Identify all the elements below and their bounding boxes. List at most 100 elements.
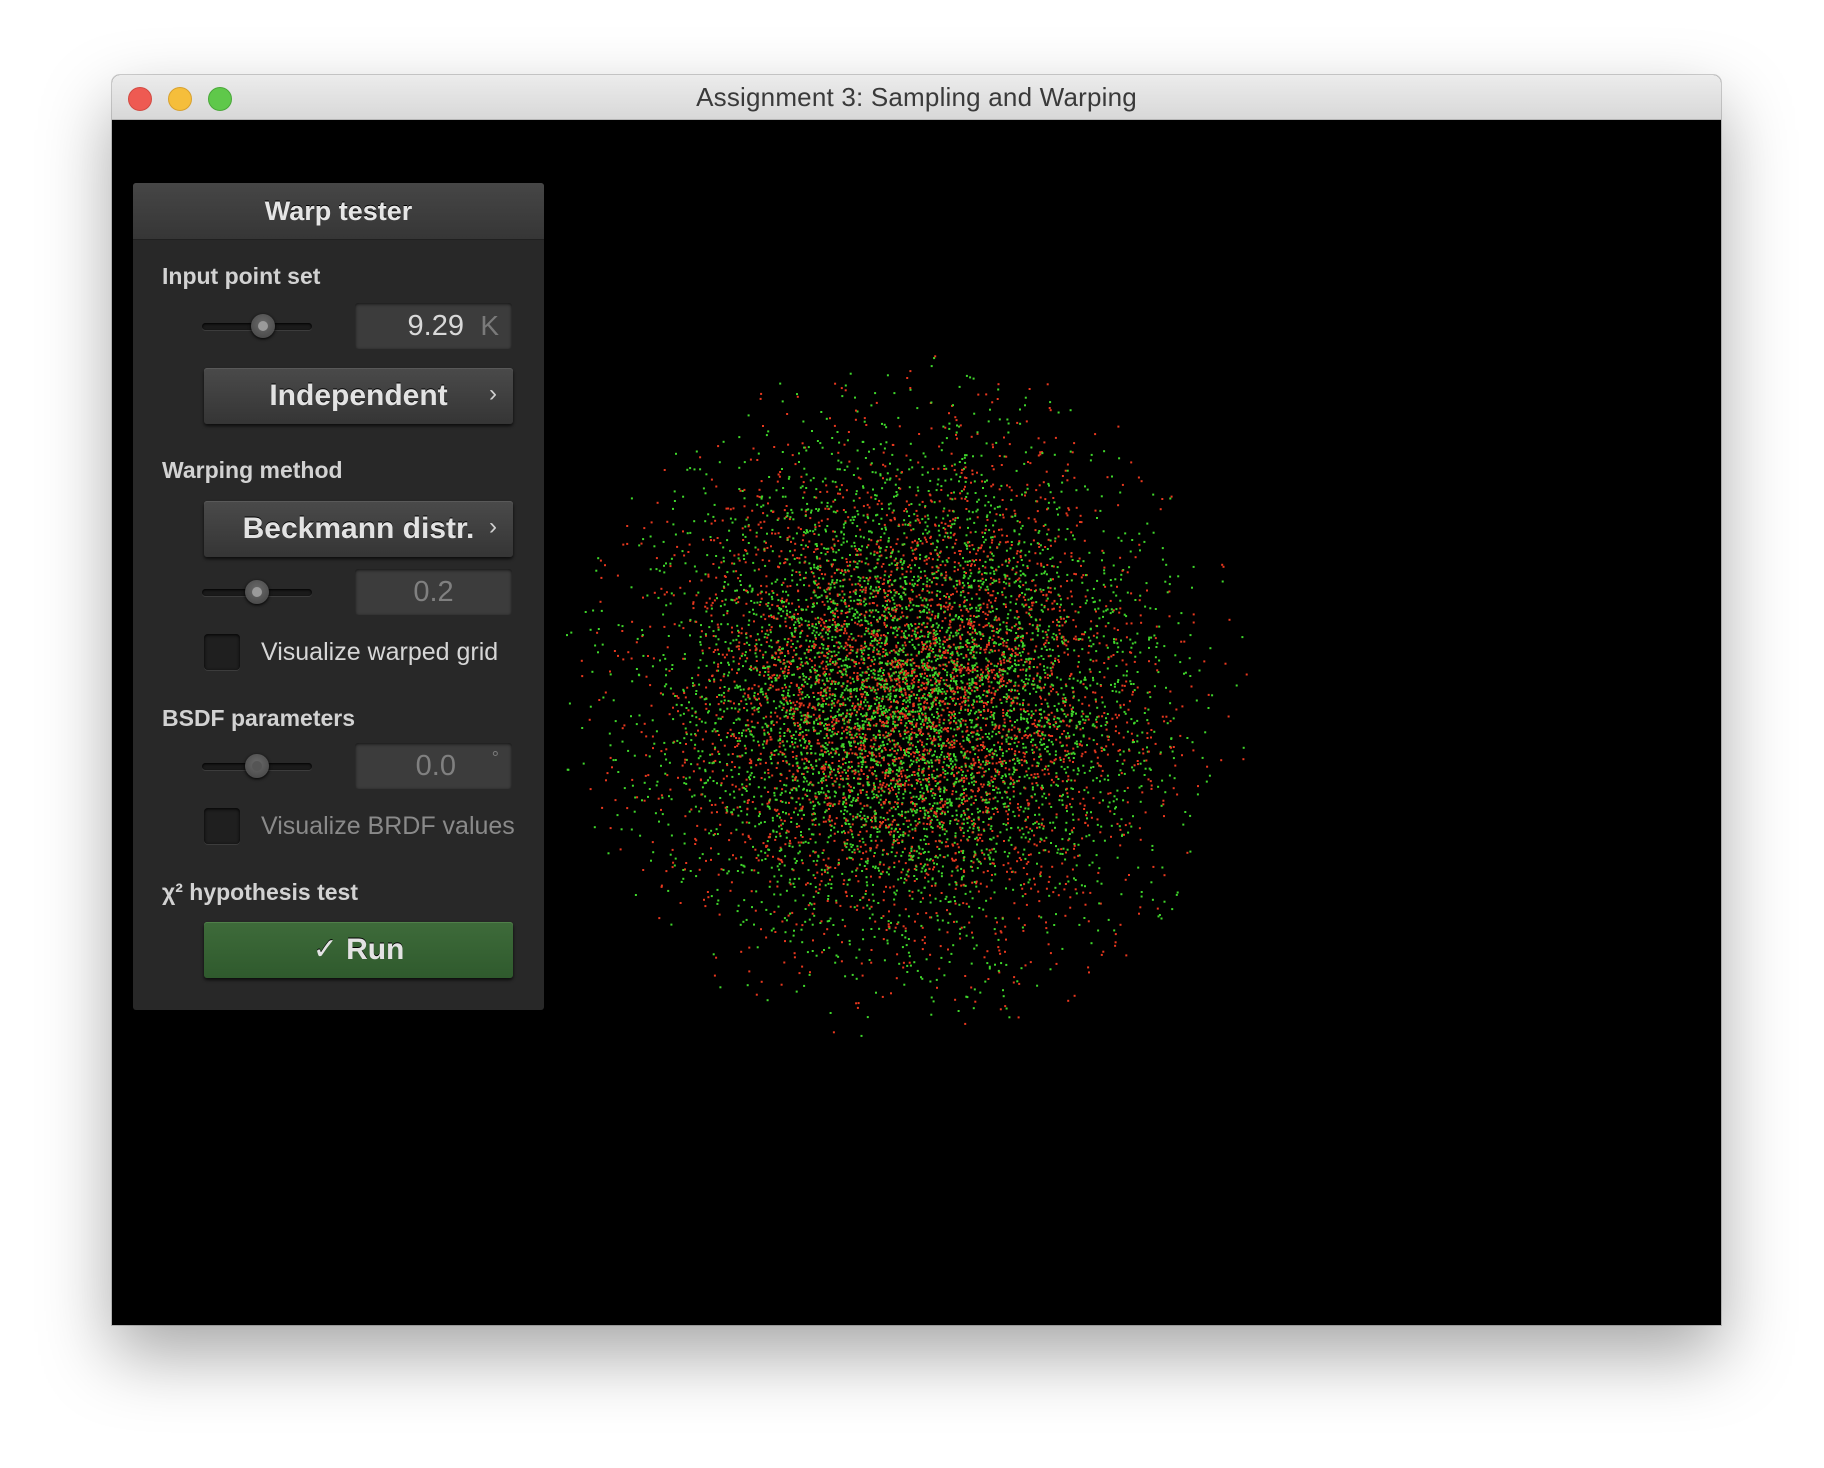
scatter-point xyxy=(787,594,790,597)
scatter-point xyxy=(862,773,865,775)
scatter-point xyxy=(1112,800,1115,803)
scatter-point xyxy=(1138,786,1141,789)
scatter-point xyxy=(738,559,741,562)
scatter-point xyxy=(1013,741,1016,744)
scatter-point xyxy=(764,632,767,635)
scatter-point xyxy=(860,693,863,696)
scatter-point xyxy=(1081,710,1084,713)
scatter-point xyxy=(1090,816,1093,819)
scatter-point xyxy=(796,557,799,559)
scatter-point xyxy=(917,461,920,464)
scatter-point xyxy=(822,667,825,670)
scatter-point xyxy=(1062,719,1064,722)
scatter-point xyxy=(1030,657,1033,660)
scatter-point xyxy=(1092,797,1095,800)
scatter-point xyxy=(913,582,916,585)
scatter-point xyxy=(689,721,692,724)
scatter-point xyxy=(960,591,963,594)
scatter-point xyxy=(924,835,927,837)
scatter-point xyxy=(791,789,794,792)
scatter-point xyxy=(1104,723,1107,726)
render-canvas[interactable]: Warp tester Input point set 9.29 K Indep… xyxy=(112,120,1721,1325)
scatter-point xyxy=(1161,498,1164,500)
scatter-point xyxy=(945,895,948,898)
scatter-point xyxy=(693,565,696,568)
scatter-point xyxy=(1088,864,1091,867)
scatter-point xyxy=(645,735,648,738)
scatter-point xyxy=(717,626,720,629)
scatter-point xyxy=(773,657,776,659)
scatter-point xyxy=(679,742,682,744)
scatter-point xyxy=(722,675,725,678)
scatter-point xyxy=(819,586,822,589)
scatter-point xyxy=(917,652,920,655)
scatter-point xyxy=(783,961,786,964)
scatter-point xyxy=(888,651,891,654)
scatter-point xyxy=(1054,826,1056,829)
scatter-point xyxy=(879,536,882,539)
scatter-point xyxy=(944,606,947,609)
scatter-point xyxy=(737,635,740,637)
scatter-point xyxy=(906,717,909,720)
scatter-point xyxy=(649,625,652,628)
scatter-point xyxy=(791,643,794,645)
scatter-point xyxy=(834,481,837,484)
scatter-point xyxy=(772,927,775,930)
scatter-point xyxy=(984,524,987,527)
scatter-point xyxy=(841,849,844,852)
scatter-point xyxy=(678,624,681,627)
scatter-point xyxy=(821,480,824,483)
scatter-point xyxy=(814,886,817,889)
scatter-point xyxy=(990,577,993,580)
scatter-point xyxy=(849,905,852,908)
scatter-point xyxy=(832,618,835,621)
scatter-point xyxy=(904,774,907,777)
scatter-point xyxy=(919,723,922,726)
scatter-point xyxy=(857,796,860,799)
scatter-point xyxy=(666,520,669,523)
title-bar[interactable]: Assignment 3: Sampling and Warping xyxy=(112,75,1721,120)
scatter-point xyxy=(858,733,861,736)
scatter-point xyxy=(714,722,717,725)
scatter-point xyxy=(1146,719,1149,722)
scatter-point xyxy=(939,795,941,797)
scatter-point xyxy=(909,791,912,794)
scatter-point xyxy=(1111,475,1113,478)
scatter-point xyxy=(790,616,793,619)
scatter-point xyxy=(1024,451,1027,454)
scatter-point xyxy=(1189,814,1192,817)
scatter-point xyxy=(749,529,752,532)
scatter-point xyxy=(1047,501,1050,504)
scatter-point xyxy=(623,787,626,790)
scatter-point xyxy=(1103,676,1106,679)
scatter-point xyxy=(1189,634,1192,637)
scatter-point xyxy=(860,744,863,747)
scatter-point xyxy=(846,540,848,543)
scatter-point xyxy=(878,830,881,833)
scatter-point xyxy=(1000,777,1003,779)
scatter-point xyxy=(927,635,930,638)
scatter-point xyxy=(1030,716,1033,719)
scatter-point xyxy=(951,793,954,796)
scatter-point xyxy=(804,662,807,665)
scatter-point xyxy=(831,730,834,733)
scatter-point xyxy=(987,708,990,711)
scatter-point xyxy=(1139,906,1142,909)
scatter-point xyxy=(746,709,749,712)
scatter-point xyxy=(686,532,689,535)
scatter-point xyxy=(631,778,634,781)
scatter-point xyxy=(1057,659,1060,661)
scatter-point xyxy=(766,514,769,517)
scatter-point xyxy=(914,710,917,713)
scatter-point xyxy=(911,466,914,469)
scatter-point xyxy=(953,566,956,569)
scatter-point xyxy=(942,805,945,808)
scatter-point xyxy=(818,557,821,560)
scatter-point xyxy=(690,733,693,736)
scatter-point xyxy=(1081,638,1084,641)
scatter-point xyxy=(861,590,864,593)
scatter-point xyxy=(800,841,803,844)
scatter-point xyxy=(765,641,768,644)
scatter-point xyxy=(831,762,834,764)
scatter-point xyxy=(698,683,701,686)
